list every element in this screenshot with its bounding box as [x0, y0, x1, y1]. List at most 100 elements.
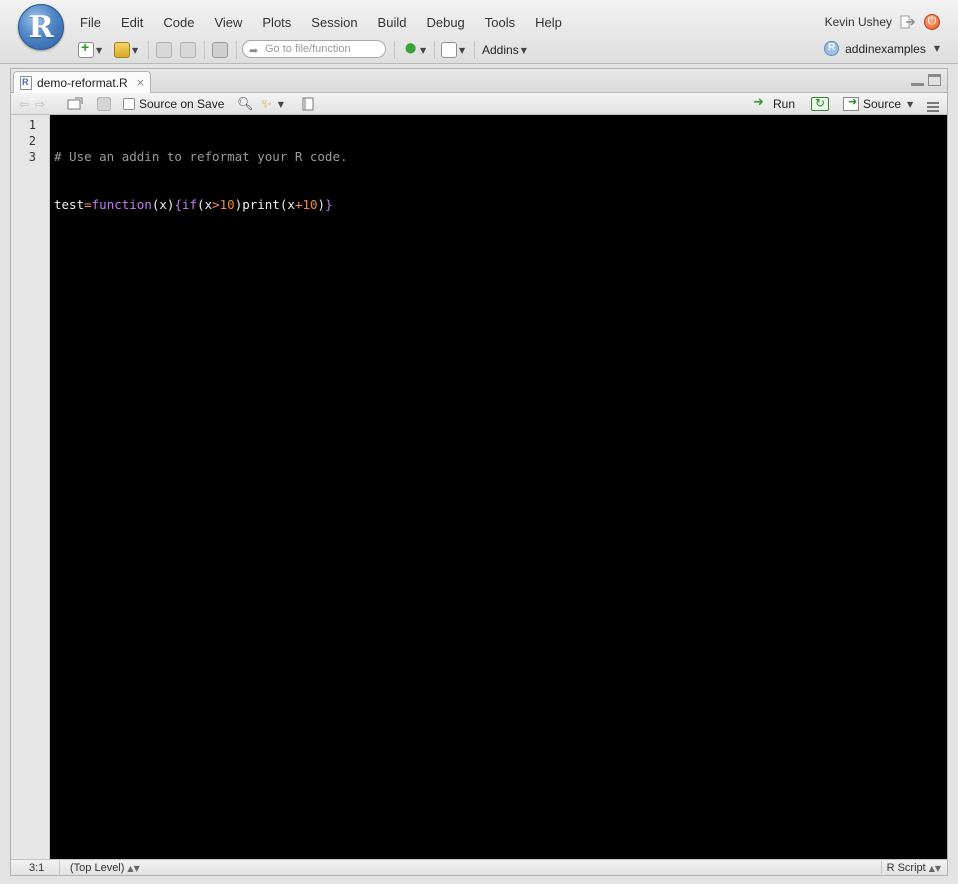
- file-type-label: R Script: [886, 862, 926, 874]
- rerun-icon: [811, 96, 829, 111]
- new-file-icon: [78, 39, 94, 58]
- code-editor[interactable]: 1 2 3 # Use an addin to reformat your R …: [11, 115, 947, 859]
- menu-bar: File Edit Code View Plots Session Build …: [70, 14, 572, 32]
- menu-session[interactable]: Session: [301, 14, 367, 32]
- scope-selector[interactable]: (Top Level) ▲▼: [70, 862, 140, 874]
- editor-tab-demo-reformat[interactable]: demo-reformat.R ×: [13, 71, 151, 93]
- project-name: addinexamples: [845, 41, 926, 56]
- code-identifier: x: [287, 197, 295, 212]
- find-replace-button[interactable]: 🔍︎: [237, 96, 254, 112]
- rerun-button[interactable]: [811, 96, 829, 112]
- save-icon: [97, 97, 111, 111]
- line-number-gutter: 1 2 3: [11, 115, 50, 859]
- pane-window-controls: [911, 74, 941, 86]
- save-all-button[interactable]: [180, 40, 196, 60]
- version-control-button[interactable]: ▼: [402, 40, 426, 60]
- print-button[interactable]: [212, 40, 228, 60]
- save-all-icon: [180, 42, 196, 58]
- code-tools-button[interactable]: ✨︎ ▼: [261, 96, 284, 112]
- menu-edit[interactable]: Edit: [111, 14, 153, 32]
- file-type-selector[interactable]: R Script ▲▼: [887, 862, 941, 874]
- forward-button[interactable]: ⇨: [35, 96, 45, 112]
- addins-button[interactable]: Addins ▼: [482, 40, 527, 60]
- pane-layout-button[interactable]: ▼: [441, 40, 465, 60]
- source-pane: demo-reformat.R × ⇦ ⇨ Source on Save 🔍︎ …: [10, 68, 948, 876]
- code-text[interactable]: # Use an addin to reformat your R code. …: [54, 117, 348, 293]
- code-identifier: print: [242, 197, 280, 212]
- tab-label: demo-reformat.R: [37, 75, 128, 90]
- save-doc-button[interactable]: [97, 96, 111, 112]
- source-on-save-label: Source on Save: [139, 97, 225, 111]
- outline-icon: [927, 102, 939, 112]
- editor-tab-strip: demo-reformat.R ×: [11, 69, 947, 93]
- menu-build[interactable]: Build: [368, 14, 417, 32]
- r-file-icon: [20, 75, 32, 90]
- git-icon: [402, 42, 418, 58]
- chevron-down-icon: ▼: [420, 45, 427, 55]
- open-file-button[interactable]: ▼: [114, 40, 138, 60]
- minimize-icon[interactable]: [911, 74, 924, 86]
- menu-plots[interactable]: Plots: [252, 14, 301, 32]
- code-operator: =: [84, 197, 92, 212]
- app-header: R File Edit Code View Plots Session Buil…: [0, 0, 958, 64]
- up-down-arrows-icon: ▲▼: [127, 864, 140, 873]
- back-button[interactable]: ⇦: [19, 96, 29, 112]
- user-area: Kevin Ushey: [825, 14, 940, 30]
- source-button[interactable]: Source ▼: [843, 95, 913, 112]
- magic-wand-icon: ✨︎: [261, 96, 272, 112]
- menu-view[interactable]: View: [204, 14, 252, 32]
- arrow-left-icon: ⇦: [19, 97, 30, 111]
- code-number: 10: [219, 197, 235, 212]
- arrow-right-icon: ⇨: [35, 97, 46, 111]
- sign-out-icon[interactable]: [900, 14, 916, 30]
- editor-toolbar: ⇦ ⇨ Source on Save 🔍︎ ✨︎ ▼ Run Source ▼: [11, 93, 947, 115]
- menu-tools[interactable]: Tools: [475, 14, 525, 32]
- chevron-down-icon: ▼: [933, 44, 940, 53]
- menu-help[interactable]: Help: [525, 14, 572, 32]
- close-icon[interactable]: ×: [136, 76, 145, 89]
- code-number: 10: [302, 197, 318, 212]
- chevron-down-icon: ▼: [459, 45, 466, 55]
- code-line-1: # Use an addin to reformat your R code.: [54, 149, 348, 165]
- status-divider: [881, 861, 882, 874]
- grid-layout-icon: [441, 42, 457, 58]
- project-menu[interactable]: addinexamples ▼: [824, 41, 940, 56]
- print-icon: [212, 42, 228, 58]
- run-button[interactable]: Run: [753, 95, 795, 112]
- code-line-2: test=function(x){if(x>10)print(x+10)}: [54, 197, 348, 213]
- menu-code[interactable]: Code: [153, 14, 204, 32]
- toolbar-divider: [148, 41, 149, 59]
- maximize-icon[interactable]: [928, 74, 941, 86]
- source-icon: [843, 95, 859, 111]
- chevron-down-icon: ▼: [96, 45, 103, 55]
- chevron-down-icon: ▼: [520, 45, 527, 55]
- show-in-window-button[interactable]: [67, 96, 83, 112]
- line-number: 3: [28, 150, 36, 164]
- line-number: 2: [28, 134, 36, 148]
- code-comment: # Use an addin to reformat your R code.: [54, 149, 348, 164]
- code-operator: >: [212, 197, 220, 212]
- cursor-position: 3:1: [29, 862, 45, 874]
- quit-session-icon[interactable]: [924, 14, 940, 30]
- save-button[interactable]: [156, 40, 172, 60]
- notebook-icon: [302, 97, 314, 111]
- menu-debug[interactable]: Debug: [416, 14, 474, 32]
- go-to-file-input[interactable]: ➦ Go to file/function: [242, 40, 386, 58]
- editor-status-bar: 3:1 (Top Level) ▲▼ R Script ▲▼: [11, 859, 947, 875]
- code-identifier: test: [54, 197, 85, 212]
- user-name: Kevin Ushey: [824, 15, 892, 29]
- compile-report-button[interactable]: [301, 96, 315, 112]
- code-identifier: x: [204, 197, 213, 212]
- source-on-save-toggle[interactable]: Source on Save: [123, 96, 224, 112]
- document-outline-button[interactable]: [927, 99, 939, 115]
- code-identifier: x: [159, 197, 167, 212]
- line-number: 1: [28, 118, 36, 132]
- source-on-save-checkbox[interactable]: [123, 98, 135, 110]
- run-arrow-icon: [753, 95, 769, 110]
- code-keyword: if: [181, 197, 198, 212]
- search-icon: 🔍︎: [237, 96, 254, 112]
- menu-file[interactable]: File: [70, 14, 111, 32]
- new-file-button[interactable]: ▼: [78, 39, 103, 60]
- addins-label: Addins: [482, 43, 519, 57]
